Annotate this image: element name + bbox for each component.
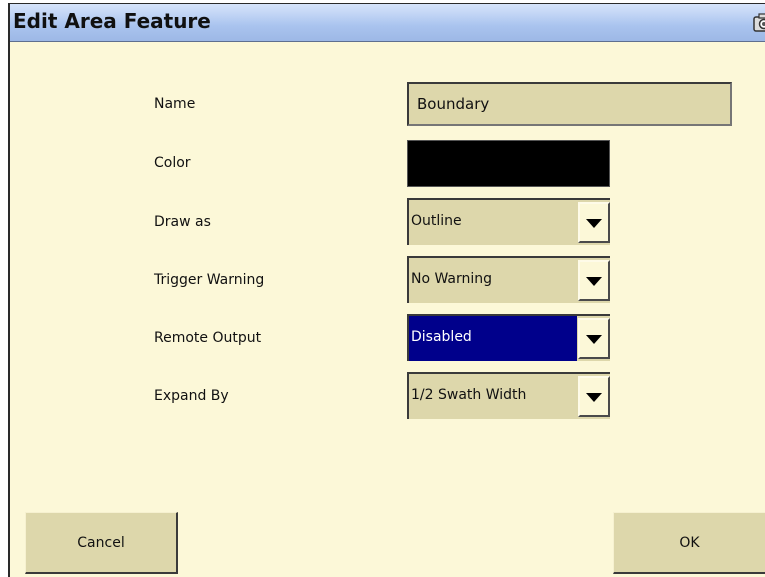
chevron-down-icon[interactable] bbox=[578, 376, 610, 417]
camera-icon[interactable] bbox=[753, 13, 765, 33]
draw-as-label: Draw as bbox=[154, 214, 211, 230]
dialog-title: Edit Area Feature bbox=[13, 9, 211, 33]
chevron-down-icon[interactable] bbox=[578, 318, 610, 359]
name-input[interactable] bbox=[407, 82, 732, 126]
trigger-warning-value: No Warning bbox=[411, 271, 493, 287]
ok-button[interactable]: OK bbox=[613, 512, 765, 574]
draw-as-value: Outline bbox=[411, 213, 462, 229]
draw-as-dropdown[interactable]: Outline bbox=[407, 198, 610, 245]
trigger-warning-dropdown[interactable]: No Warning bbox=[407, 256, 610, 303]
expand-by-label: Expand By bbox=[154, 388, 229, 404]
color-label: Color bbox=[154, 155, 191, 171]
title-bar: Edit Area Feature bbox=[10, 4, 765, 42]
remote-output-value: Disabled bbox=[409, 316, 577, 361]
edit-area-feature-dialog: Edit Area Feature Name Color Draw as Out… bbox=[8, 3, 765, 577]
chevron-down-icon[interactable] bbox=[578, 260, 610, 301]
remote-output-label: Remote Output bbox=[154, 330, 262, 346]
name-label: Name bbox=[154, 96, 196, 112]
expand-by-dropdown[interactable]: 1/2 Swath Width bbox=[407, 372, 610, 419]
chevron-down-icon[interactable] bbox=[578, 202, 610, 243]
cancel-button[interactable]: Cancel bbox=[25, 512, 178, 574]
trigger-warning-label: Trigger Warning bbox=[154, 272, 265, 288]
expand-by-value: 1/2 Swath Width bbox=[411, 387, 527, 403]
color-swatch-button[interactable] bbox=[407, 140, 610, 187]
remote-output-dropdown[interactable]: Disabled bbox=[407, 314, 610, 361]
